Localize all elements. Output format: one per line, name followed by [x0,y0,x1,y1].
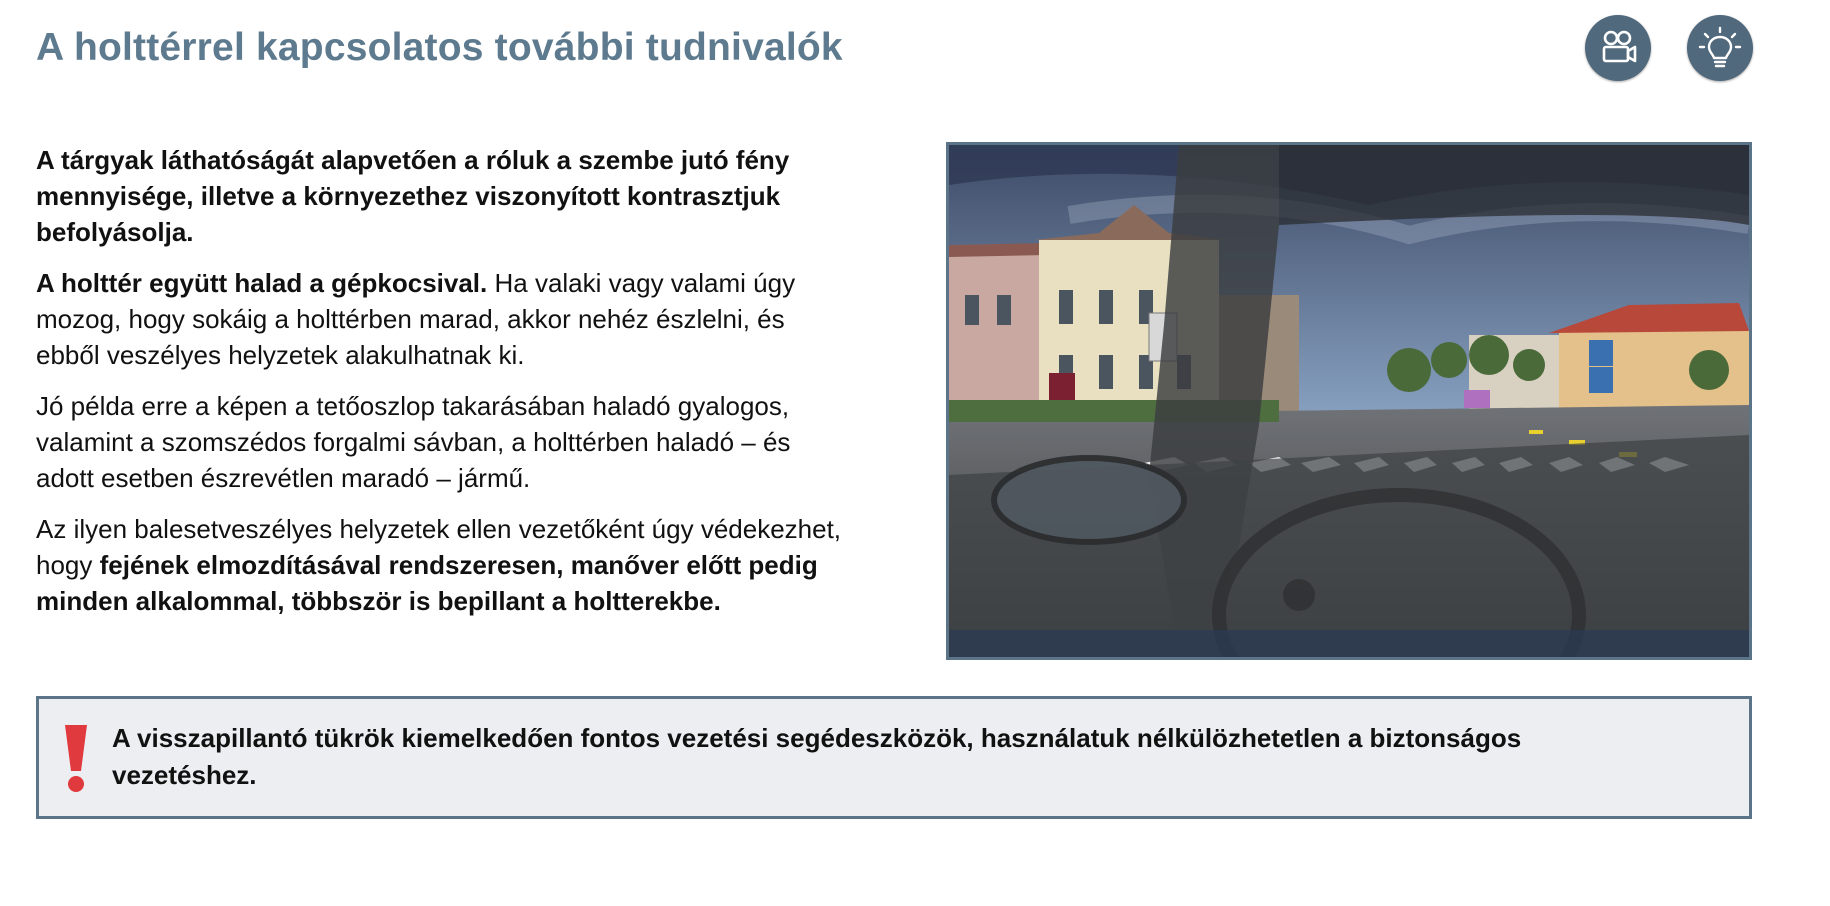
paragraph-1-text: A tárgyak láthatóságát alapvetően a rólu… [36,145,790,247]
text-column: A tárgyak láthatóságát alapvetően a rólu… [36,142,854,634]
scene-illustration [949,145,1749,657]
alert-box: A visszapillantó tükrök kiemelkedően fon… [36,696,1752,819]
paragraph-2-bold: A holttér együtt halad a gépkocsival. [36,268,488,298]
exclamation-icon [65,725,87,792]
video-camera-icon [1602,30,1637,63]
alert-text: A visszapillantó tükrök kiemelkedően fon… [112,723,1522,790]
paragraph-3: Jó példa erre a képen a tetőoszlop takar… [36,391,791,493]
paragraph-4: Az ilyen balesetveszélyes helyzetek elle… [36,511,854,619]
page-title: A holttérrel kapcsolatos további tudniva… [36,26,843,69]
paragraph-2: A holttér együtt halad a gépkocsival. Ha… [36,265,854,373]
paragraph-1: A tárgyak láthatóságát alapvetően a rólu… [36,142,854,250]
hint-button[interactable] [1687,15,1753,81]
driving-scene-image [946,142,1752,660]
paragraph-4-bold: fejének elmozdításával rendszeresen, man… [36,550,818,616]
lightbulb-icon [1698,26,1742,68]
video-button[interactable] [1585,15,1651,81]
top-toolbar [1585,15,1753,81]
